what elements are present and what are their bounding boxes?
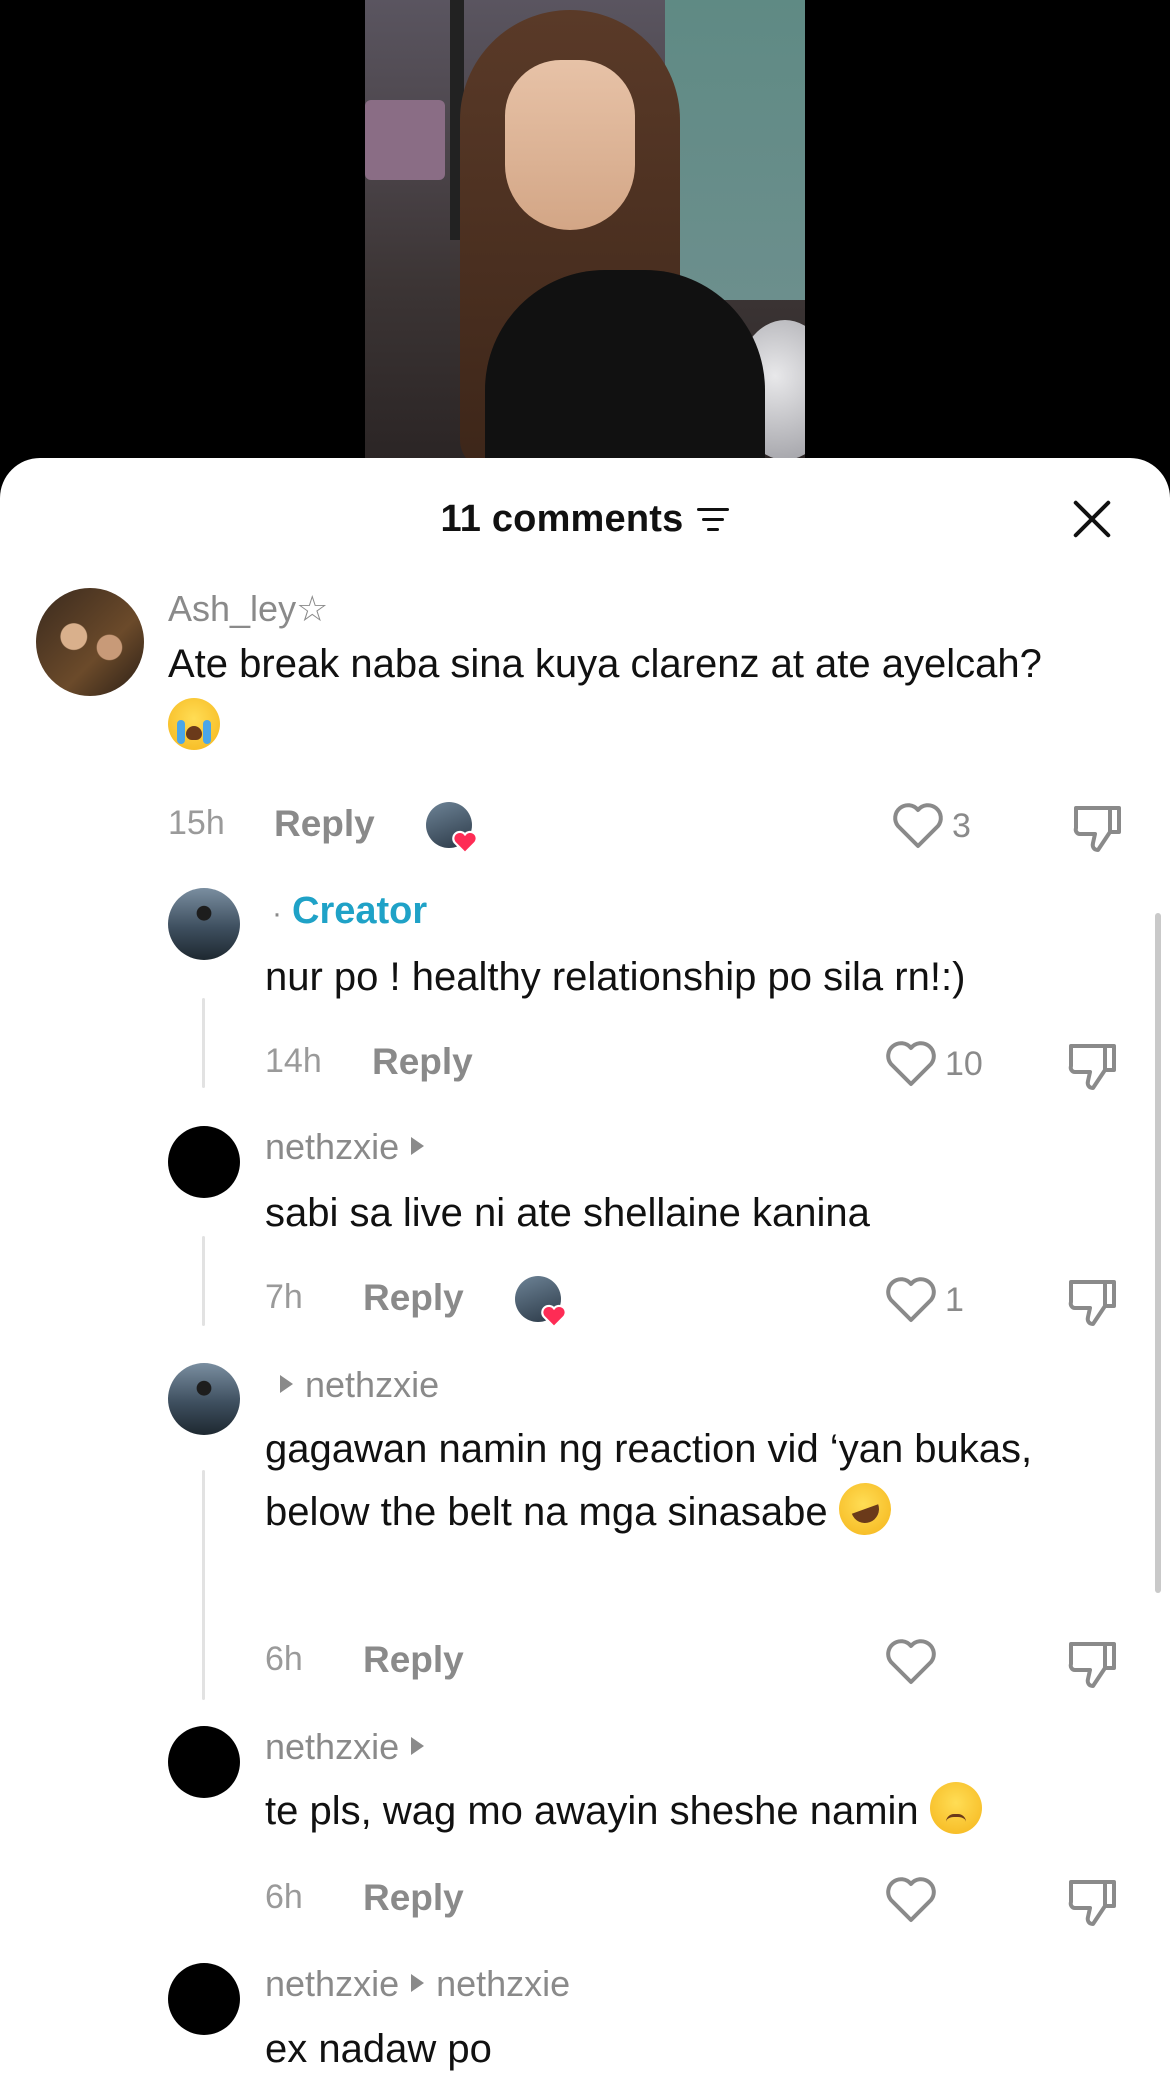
thread-line — [202, 998, 205, 1088]
comments-header: 11 comments — [0, 458, 1170, 578]
reply-button[interactable]: Reply — [274, 803, 375, 845]
rolling-laughing-emoji-icon — [831, 1475, 899, 1543]
creator-badge: Creator — [292, 890, 428, 932]
creator-liked-heart-icon — [541, 1304, 567, 1328]
comment-username-text: nethzxie — [265, 1726, 400, 1767]
heart-outline-icon — [893, 803, 943, 848]
scrollbar[interactable] — [1155, 913, 1161, 1593]
video-player[interactable] — [0, 0, 1170, 480]
avatar[interactable] — [36, 588, 144, 696]
comment-username-text: nethzxie — [265, 1126, 400, 1167]
like-count: 1 — [945, 1280, 964, 1319]
like-button[interactable] — [885, 1876, 937, 1924]
like-button[interactable] — [885, 1638, 937, 1686]
heart-outline-icon — [886, 1639, 936, 1684]
comment-text-content: gagawan namin ng reaction vid ‘yan bukas… — [265, 1427, 1033, 1534]
comment-time: 6h — [265, 1640, 303, 1678]
video-person-face — [505, 60, 635, 230]
comments-count-title: 11 comments — [440, 498, 684, 540]
reply-arrow-icon — [411, 1974, 425, 1992]
comment-text: ex nadaw po — [265, 2027, 492, 2071]
comment-text-content: Ate break naba sina kuya clarenz at ate … — [168, 642, 1042, 686]
avatar[interactable] — [168, 1363, 240, 1435]
reply-to-username: nethzxie — [436, 1963, 571, 2004]
comments-title-wrap: 11 comments — [0, 498, 1170, 541]
thumbs-down-icon[interactable] — [1065, 1638, 1119, 1690]
sort-icon[interactable] — [697, 507, 730, 532]
comments-sheet: 11 comments Ash_ley☆ Ate break naba sina… — [0, 458, 1170, 2080]
avatar[interactable] — [168, 1963, 240, 2035]
comment-username[interactable]: nethzxie — [265, 1126, 436, 1168]
video-person-shirt — [485, 270, 765, 470]
avatar[interactable] — [168, 1126, 240, 1198]
thumbs-down-icon[interactable] — [1065, 1040, 1119, 1092]
like-count: 10 — [945, 1044, 983, 1083]
comment-username[interactable]: · Creator — [272, 890, 427, 933]
comment-username[interactable]: nethzxie — [265, 1726, 436, 1768]
reply-arrow-icon — [411, 1137, 425, 1155]
loudly-crying-emoji-icon — [168, 698, 220, 750]
comment-text: Ate break naba sina kuya clarenz at ate … — [168, 633, 1068, 759]
comment-text-content: te pls, wag mo awayin sheshe namin — [265, 1789, 919, 1833]
thread-line — [202, 1470, 205, 1700]
comment-time: 15h — [168, 804, 225, 842]
comment-username[interactable]: Ash_ley☆ — [168, 588, 328, 630]
like-count: 3 — [952, 806, 971, 845]
reply-button[interactable]: Reply — [363, 1277, 464, 1319]
creator-liked-badge — [515, 1276, 567, 1328]
avatar[interactable] — [168, 888, 240, 960]
creator-liked-heart-icon — [452, 830, 478, 854]
comment-text: nur po ! healthy relationship po sila rn… — [265, 955, 966, 999]
thumbs-down-icon[interactable] — [1065, 1876, 1119, 1928]
reply-arrow-icon — [411, 1737, 425, 1755]
heart-outline-icon — [886, 1277, 936, 1322]
reply-button[interactable]: Reply — [363, 1639, 464, 1681]
comment-time: 14h — [265, 1042, 322, 1080]
close-icon[interactable] — [1070, 496, 1114, 540]
thumbs-down-icon[interactable] — [1070, 802, 1124, 854]
comment-text: sabi sa live ni ate shellaine kanina — [265, 1191, 870, 1235]
disappointed-emoji-icon — [929, 1782, 982, 1834]
comment-username[interactable]: nethzxie nethzxie — [265, 1963, 570, 2005]
comment-text: te pls, wag mo awayin sheshe namin — [265, 1780, 1145, 1843]
like-button[interactable]: 1 — [885, 1276, 964, 1324]
reply-to-username: nethzxie — [305, 1364, 440, 1405]
reply-button[interactable]: Reply — [372, 1041, 473, 1083]
thread-line — [202, 1236, 205, 1326]
comment-username-text: nethzxie — [265, 1963, 400, 2004]
reply-button[interactable]: Reply — [363, 1877, 464, 1919]
like-button[interactable]: 10 — [885, 1040, 983, 1088]
thumbs-down-icon[interactable] — [1065, 1276, 1119, 1328]
comment-time: 6h — [265, 1878, 303, 1916]
comment-username[interactable]: nethzxie — [272, 1364, 439, 1406]
like-button[interactable]: 3 — [892, 802, 971, 850]
heart-outline-icon — [886, 1041, 936, 1086]
avatar[interactable] — [168, 1726, 240, 1798]
heart-outline-icon — [886, 1877, 936, 1922]
comment-time: 7h — [265, 1278, 303, 1316]
video-frame — [365, 0, 805, 470]
video-background-wall — [665, 0, 805, 300]
separator-dot: · — [272, 897, 282, 930]
creator-liked-badge — [426, 802, 478, 854]
comment-text: gagawan namin ng reaction vid ‘yan bukas… — [265, 1418, 1135, 1544]
reply-arrow-icon — [280, 1375, 293, 1393]
video-background-shelf — [365, 100, 445, 180]
